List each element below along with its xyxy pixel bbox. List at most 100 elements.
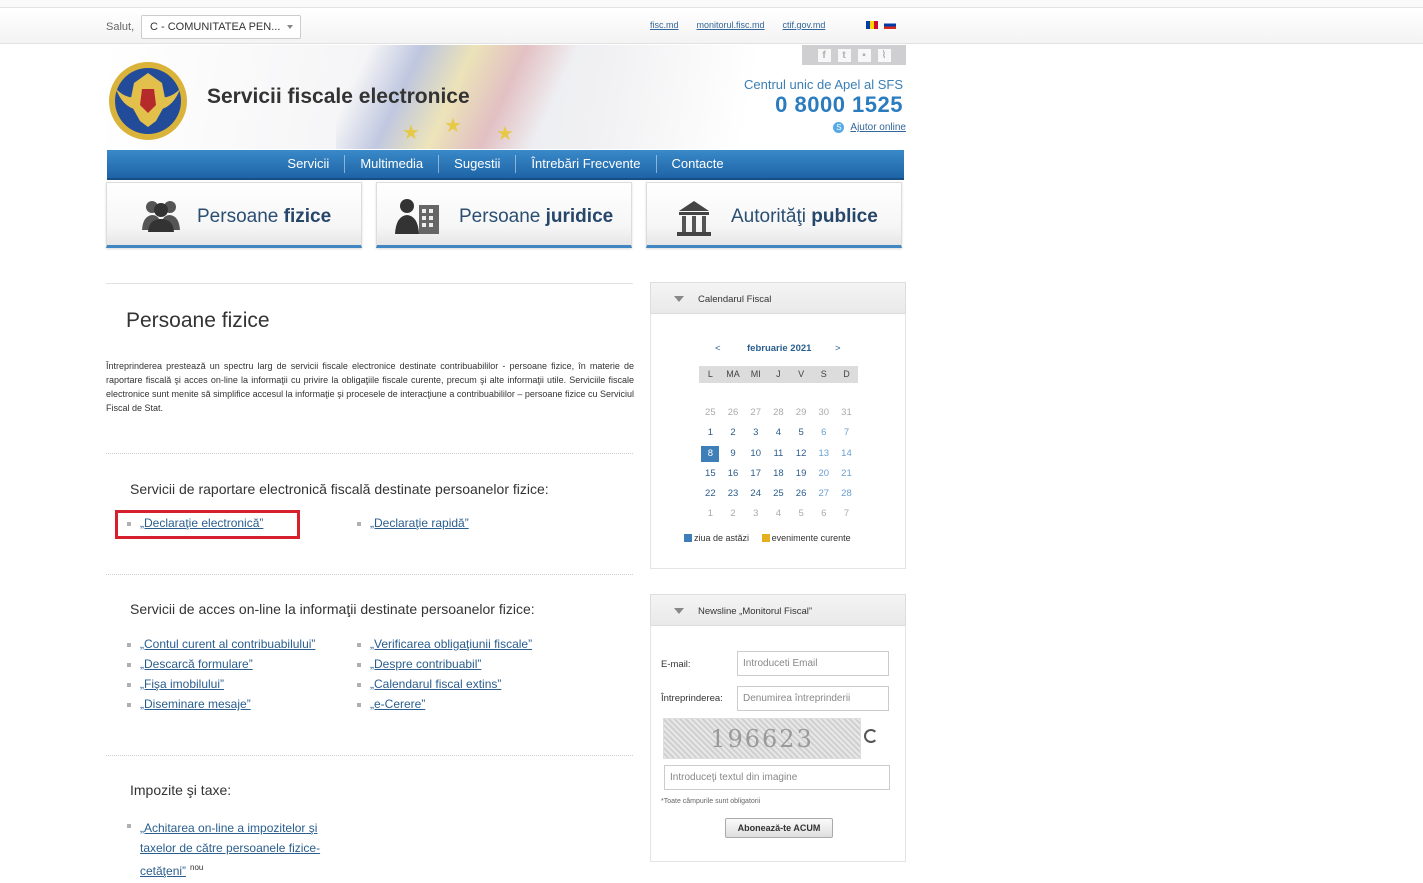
calendar-day[interactable]: 27: [812, 484, 835, 504]
link-fisc[interactable]: fisc.md: [650, 20, 679, 30]
flag-md-icon[interactable]: [866, 21, 878, 29]
tab-label-b: publice: [811, 206, 878, 227]
calendar-day-number: 28: [841, 488, 852, 500]
calendar-day[interactable]: 1: [699, 423, 722, 443]
calendar-day[interactable]: 6: [812, 423, 835, 443]
email-input[interactable]: Introduceti Email: [737, 651, 889, 676]
link-contul-curent[interactable]: „Contul curent al contribuabilului”: [140, 637, 315, 651]
captcha-input[interactable]: Introduceţi textul din imagine: [664, 765, 890, 790]
link-descarca-formulare[interactable]: „Descarcă formulare”: [140, 657, 253, 671]
calendar-day[interactable]: 1: [699, 504, 722, 524]
calendar-day[interactable]: 15: [699, 464, 722, 484]
tab-autoritati-publice[interactable]: Autorităţi publice: [646, 182, 902, 248]
nav-multimedia[interactable]: Multimedia: [345, 155, 440, 173]
crest-logo-icon[interactable]: [106, 59, 190, 141]
calendar-day[interactable]: 20: [812, 464, 835, 484]
calendar-day[interactable]: 28: [767, 403, 790, 423]
calendar-day[interactable]: 17: [744, 464, 767, 484]
calendar-day[interactable]: 28: [835, 484, 858, 504]
tab-persoane-juridice[interactable]: Persoane juridice: [376, 182, 632, 248]
calendar-day[interactable]: 7: [835, 504, 858, 524]
calendar-day[interactable]: 25: [767, 484, 790, 504]
rss-icon[interactable]: ⌇: [877, 48, 891, 62]
link-line-2: taxelor de către persoanele fizice-: [140, 841, 321, 855]
calendar-day[interactable]: 5: [790, 423, 813, 443]
company-input[interactable]: Denumirea întreprinderii: [737, 686, 889, 711]
calendar-day[interactable]: 13: [812, 444, 835, 464]
nav-contacte[interactable]: Contacte: [657, 155, 739, 173]
nav-servicii[interactable]: Servicii: [272, 155, 346, 173]
calendar-day[interactable]: 3: [744, 423, 767, 443]
divider: [106, 574, 633, 575]
link-fisa-imobilului[interactable]: „Fişa imobilului”: [140, 677, 224, 691]
calendar-day[interactable]: 16: [722, 464, 745, 484]
site-title[interactable]: Servicii fiscale electronice: [207, 85, 470, 109]
calendar-day[interactable]: 23: [722, 484, 745, 504]
prev-month-button[interactable]: <: [715, 343, 721, 354]
people-icon: [142, 201, 180, 232]
flag-ru-icon[interactable]: [884, 21, 896, 29]
user-select[interactable]: C - COMUNITATEA PEN...: [141, 15, 301, 39]
calendar-day-number: 7: [843, 427, 850, 439]
link-verificarea-obligatiunii[interactable]: „Verificarea obligaţiunii fiscale”: [370, 637, 532, 651]
calendar-day[interactable]: 9: [722, 444, 745, 464]
link-diseminare-mesaje[interactable]: „Diseminare mesaje”: [140, 697, 251, 711]
calendar-legend: ziua de astăzi evenimente curente: [684, 533, 851, 543]
calendar-day[interactable]: 30: [812, 403, 835, 423]
calendar-header[interactable]: Calendarul Fiscal: [650, 282, 906, 314]
calendar-day[interactable]: 27: [744, 403, 767, 423]
calendar-day-today[interactable]: 8: [699, 444, 722, 464]
refresh-icon[interactable]: [864, 729, 878, 743]
calendar-day[interactable]: 6: [812, 504, 835, 524]
calendar-day[interactable]: 25: [699, 403, 722, 423]
calendar-day[interactable]: 22: [699, 484, 722, 504]
calendar-day[interactable]: 21: [835, 464, 858, 484]
calendar-day-number: 31: [841, 407, 852, 418]
calendar-day-number: 27: [750, 407, 761, 418]
nav-intrebari[interactable]: Întrebări Frecvente: [516, 155, 657, 173]
tab-persoane-fizice[interactable]: Persoane fizice: [106, 182, 362, 248]
calendar-day[interactable]: 12: [790, 444, 813, 464]
calendar-day[interactable]: 26: [722, 403, 745, 423]
calendar-day[interactable]: 7: [835, 423, 858, 443]
raportare-links-right: „Declaraţie rapidă”: [357, 516, 469, 536]
tab-label: Persoane juridice: [459, 206, 613, 228]
calendar-day-number: 28: [773, 407, 784, 418]
calendar-day[interactable]: 3: [744, 504, 767, 524]
calendar-day-number: 1: [707, 427, 713, 439]
calendar-day[interactable]: 5: [790, 504, 813, 524]
calendar-day[interactable]: 11: [767, 444, 790, 464]
next-month-button[interactable]: >: [835, 343, 841, 354]
calendar-day[interactable]: 14: [835, 444, 858, 464]
calendar-day[interactable]: 2: [722, 504, 745, 524]
calendar-day[interactable]: 29: [790, 403, 813, 423]
link-monitorul[interactable]: monitorul.fisc.md: [697, 20, 765, 30]
facebook-icon[interactable]: f: [817, 48, 831, 62]
calendar-day[interactable]: 31: [835, 403, 858, 423]
calendar-day[interactable]: 18: [767, 464, 790, 484]
calendar-day[interactable]: 2: [722, 423, 745, 443]
subscribe-button[interactable]: Abonează-te ACUM: [725, 818, 833, 838]
calendar-day[interactable]: 19: [790, 464, 813, 484]
link-despre-contribuabil[interactable]: „Despre contribuabil”: [370, 657, 481, 671]
calendar-day[interactable]: 4: [767, 423, 790, 443]
sitemap-icon[interactable]: ▪: [857, 48, 871, 62]
link-ctif[interactable]: ctif.gov.md: [783, 20, 826, 30]
calendar-day[interactable]: 10: [744, 444, 767, 464]
link-e-cerere[interactable]: „e-Cerere”: [370, 697, 425, 711]
help-online[interactable]: S Ajutor online: [833, 122, 906, 133]
calendar-day[interactable]: 26: [790, 484, 813, 504]
nav-sugestii[interactable]: Sugestii: [439, 155, 517, 173]
collapse-triangle-icon: [674, 608, 684, 614]
link-achitarea-online[interactable]: „Achitarea on-line a impozitelor şi taxel…: [140, 821, 320, 878]
link-declaratie-rapida[interactable]: „Declaraţie rapidă”: [370, 516, 469, 530]
newsletter-header[interactable]: Newsline „Monitorul Fiscal”: [650, 594, 906, 626]
help-link[interactable]: Ajutor online: [850, 122, 906, 133]
calendar-day[interactable]: 4: [767, 504, 790, 524]
twitter-icon[interactable]: t: [837, 48, 851, 62]
link-calendarul-fiscal-extins[interactable]: „Calendarul fiscal extins”: [370, 677, 501, 691]
divider: [106, 755, 633, 756]
calendar-day[interactable]: 24: [744, 484, 767, 504]
highlight-box: [115, 510, 300, 539]
calendar-day-number: 10: [750, 447, 761, 459]
